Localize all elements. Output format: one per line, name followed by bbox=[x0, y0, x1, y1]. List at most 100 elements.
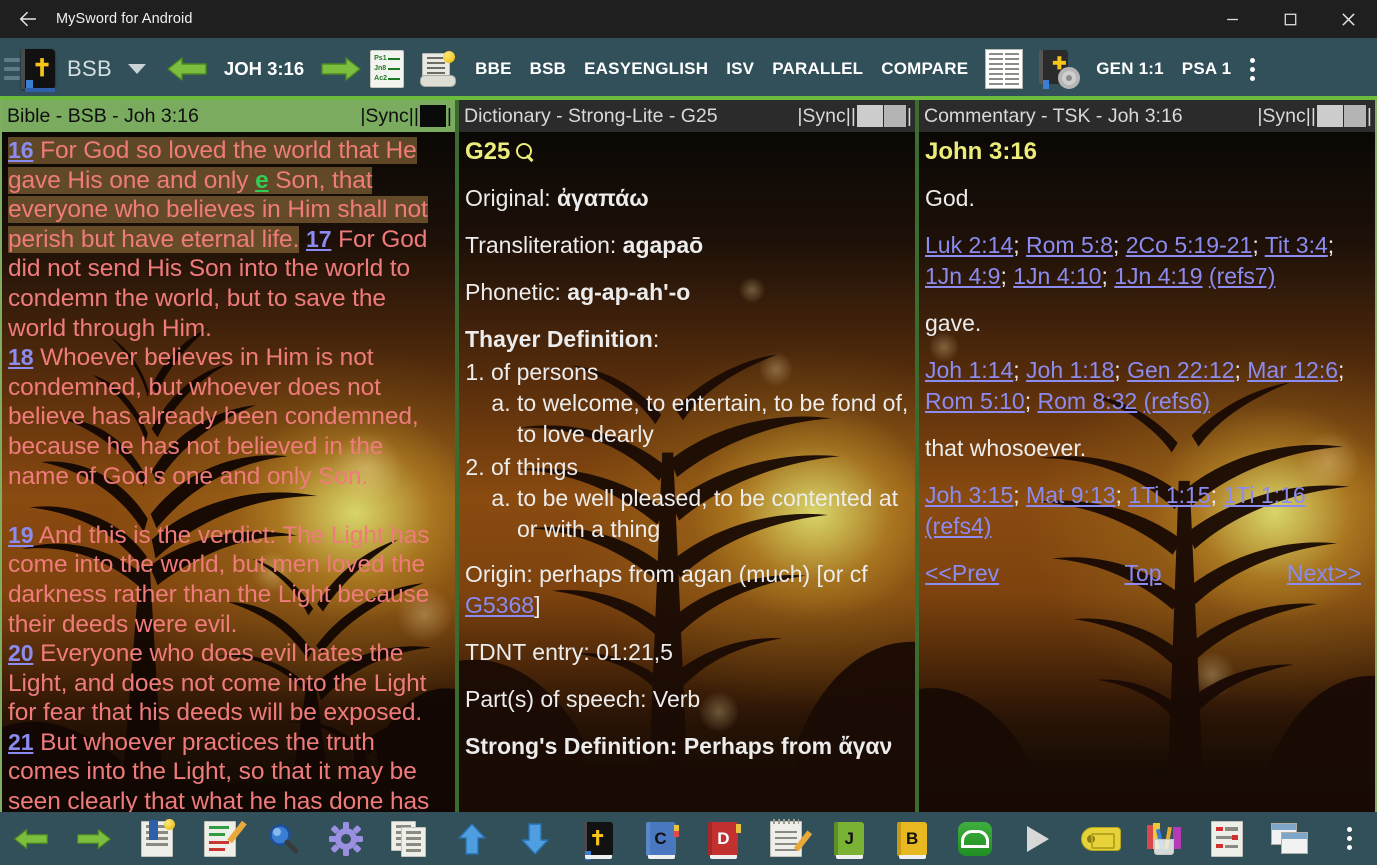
verse-number[interactable]: 18 bbox=[8, 344, 33, 370]
magnifier-icon[interactable] bbox=[252, 812, 315, 865]
original-value: ἀγαπάω bbox=[557, 185, 649, 211]
ref-link[interactable]: 1Jn 4:10 bbox=[1013, 263, 1101, 289]
pen-cup-icon[interactable] bbox=[1132, 812, 1195, 865]
book-button[interactable]: B bbox=[881, 812, 944, 865]
module-selector-label[interactable]: BSB bbox=[67, 56, 112, 82]
origin-text-end: ] bbox=[534, 592, 541, 618]
maximize-button[interactable] bbox=[1261, 0, 1319, 38]
strongs-link[interactable]: e bbox=[255, 167, 269, 194]
ref-link[interactable]: Rom 5:8 bbox=[1026, 232, 1113, 258]
ref-link[interactable]: Rom 8:32 bbox=[1038, 388, 1138, 414]
gear-icon[interactable] bbox=[315, 812, 378, 865]
ref-link[interactable]: Gen 22:12 bbox=[1127, 357, 1234, 383]
left-green-arrow-icon[interactable] bbox=[166, 55, 208, 83]
commentary-panel-body[interactable]: John 3:16 God. Luk 2:14; Rom 5:8; 2Co 5:… bbox=[919, 132, 1375, 812]
back-arrow-icon[interactable] bbox=[0, 0, 56, 38]
parallel-columns-icon[interactable] bbox=[985, 49, 1024, 89]
window-title: MySword for Android bbox=[56, 11, 193, 27]
ref-link[interactable]: 1Ti 1:15 bbox=[1128, 482, 1210, 508]
chevron-down-icon[interactable] bbox=[127, 64, 146, 74]
bible-sync-label[interactable]: |Sync|| bbox=[360, 105, 419, 128]
commentary-button[interactable]: C bbox=[629, 812, 692, 865]
play-triangle-icon[interactable] bbox=[1007, 812, 1070, 865]
bible-panel: Bible - BSB - Joh 3:16 |Sync|| | 16 For … bbox=[0, 100, 457, 812]
ref-link[interactable]: 1Ti 1:16 bbox=[1223, 482, 1305, 508]
version-bbe[interactable]: BBE bbox=[466, 59, 521, 79]
ref-link[interactable]: Joh 1:14 bbox=[925, 357, 1013, 383]
prev-link[interactable]: <<Prev bbox=[925, 558, 999, 589]
notepad-pencil-icon[interactable] bbox=[755, 812, 818, 865]
book-edge bbox=[25, 88, 55, 92]
bottom-toolbar: ✝ C D J B bbox=[0, 812, 1377, 865]
outline-doc-icon[interactable] bbox=[1195, 812, 1258, 865]
kebab-menu-icon[interactable] bbox=[1240, 57, 1269, 81]
reading-plan-icon[interactable]: Ps1 Jn8 Ac2 bbox=[370, 50, 405, 88]
version-isv[interactable]: ISV bbox=[717, 59, 763, 79]
blue-down-arrow-icon[interactable] bbox=[503, 812, 566, 865]
verse-number[interactable]: 16 bbox=[8, 137, 33, 163]
origin-strongs-link[interactable]: G5368 bbox=[465, 592, 534, 618]
ref-link[interactable]: Luk 2:14 bbox=[925, 232, 1013, 258]
current-reference[interactable]: JOH 3:16 bbox=[208, 58, 320, 80]
ref-link[interactable]: 1Jn 4:9 bbox=[925, 263, 1000, 289]
blue-up-arrow-icon[interactable] bbox=[440, 812, 503, 865]
commentary-scroll-thumb[interactable] bbox=[1316, 105, 1343, 127]
verse-number[interactable]: 17 bbox=[306, 226, 331, 252]
note-pencil-icon[interactable] bbox=[189, 812, 252, 865]
journal-button[interactable]: J bbox=[818, 812, 881, 865]
verse-number[interactable]: 19 bbox=[8, 522, 33, 548]
dictionary-panel-body[interactable]: G25 Original: ἀγαπάω Transliteration: ag… bbox=[459, 132, 915, 812]
dictionary-sync-label[interactable]: |Sync|| bbox=[797, 105, 856, 128]
forward-button[interactable] bbox=[63, 812, 126, 865]
ref-link[interactable]: Joh 3:15 bbox=[925, 482, 1013, 508]
ref-link[interactable]: 2Co 5:19-21 bbox=[1126, 232, 1253, 258]
commentary-scroll-thumb2[interactable] bbox=[1343, 105, 1366, 127]
refs-count-link[interactable]: (refs4) bbox=[925, 513, 991, 539]
ref-link[interactable]: Mat 9:13 bbox=[1026, 482, 1116, 508]
dictionary-button[interactable]: D bbox=[692, 812, 755, 865]
version-bsb[interactable]: BSB bbox=[521, 59, 576, 79]
dictionary-scroll-thumb[interactable] bbox=[856, 105, 883, 127]
right-green-arrow-icon[interactable] bbox=[320, 55, 362, 83]
next-link[interactable]: Next>> bbox=[1287, 558, 1361, 589]
verse-number[interactable]: 21 bbox=[8, 729, 33, 755]
sync-circle-icon[interactable] bbox=[944, 812, 1007, 865]
bible-scroll-thumb[interactable] bbox=[419, 105, 446, 127]
dictionary-panel: Dictionary - Strong-Lite - G25 |Sync|| | bbox=[457, 100, 917, 812]
top-link[interactable]: Top bbox=[1124, 558, 1161, 589]
refs-count-link[interactable]: (refs7) bbox=[1209, 263, 1275, 289]
ref-link[interactable]: Tit 3:4 bbox=[1265, 232, 1328, 258]
magnifier-icon[interactable] bbox=[516, 143, 534, 161]
bible-panel-body[interactable]: 16 For God so loved the world that He ga… bbox=[2, 132, 455, 812]
back-button[interactable] bbox=[0, 812, 63, 865]
commentary-panel-header[interactable]: Commentary - TSK - Joh 3:16 |Sync|| | bbox=[919, 100, 1375, 132]
bookmark-psa-1[interactable]: PSA 1 bbox=[1173, 59, 1241, 79]
close-button[interactable] bbox=[1319, 0, 1377, 38]
hamburger-icon[interactable] bbox=[4, 58, 20, 80]
commentary-sync-label[interactable]: |Sync|| bbox=[1257, 105, 1316, 128]
bible-panel-header[interactable]: Bible - BSB - Joh 3:16 |Sync|| | bbox=[2, 100, 455, 132]
verse-number[interactable]: 20 bbox=[8, 640, 33, 666]
refs-count-link[interactable]: (refs6) bbox=[1144, 388, 1210, 414]
minimize-button[interactable] bbox=[1203, 0, 1261, 38]
copy-pages-icon[interactable] bbox=[377, 812, 440, 865]
version-compare[interactable]: COMPARE bbox=[872, 59, 977, 79]
version-easyenglish[interactable]: EASYENGLISH bbox=[575, 59, 717, 79]
window-stack-icon[interactable] bbox=[1258, 812, 1321, 865]
bookmark-tab bbox=[1043, 80, 1050, 89]
book-gear-icon[interactable]: ✚ bbox=[1039, 50, 1081, 89]
ref-link[interactable]: 1Jn 4:19 bbox=[1114, 263, 1202, 289]
dictionary-panel-header[interactable]: Dictionary - Strong-Lite - G25 |Sync|| | bbox=[459, 100, 915, 132]
linked-note-icon[interactable] bbox=[420, 51, 458, 87]
overflow-button[interactable] bbox=[1321, 812, 1377, 865]
ref-link[interactable]: Joh 1:18 bbox=[1026, 357, 1114, 383]
tag-label-icon[interactable] bbox=[1069, 812, 1132, 865]
version-parallel[interactable]: PARALLEL bbox=[763, 59, 872, 79]
bible-button[interactable]: ✝ bbox=[566, 812, 629, 865]
bible-book-icon[interactable]: ✝ bbox=[21, 49, 55, 92]
bookmark-page-icon[interactable] bbox=[126, 812, 189, 865]
ref-link[interactable]: Rom 5:10 bbox=[925, 388, 1025, 414]
ref-link[interactable]: Mar 12:6 bbox=[1247, 357, 1338, 383]
bookmark-gen-1-1[interactable]: GEN 1:1 bbox=[1087, 59, 1173, 79]
dictionary-scroll-thumb2[interactable] bbox=[883, 105, 906, 127]
